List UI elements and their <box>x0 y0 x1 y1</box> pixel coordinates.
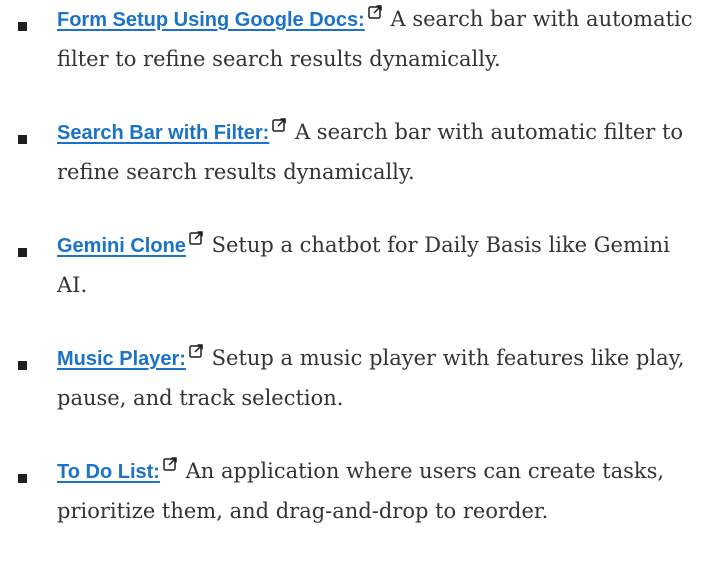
external-link-icon[interactable] <box>189 231 203 245</box>
square-bullet-icon <box>18 474 27 483</box>
list-item-text: Form Setup Using Google Docs: A search b… <box>57 0 697 79</box>
square-bullet-icon <box>18 135 27 144</box>
list-item: Gemini Clone Setup a chatbot for Daily B… <box>0 226 718 306</box>
list-item-text: Music Player: Setup a music player with … <box>57 339 697 418</box>
square-bullet-icon <box>18 22 27 31</box>
gemini-clone-link[interactable]: Gemini Clone <box>57 235 186 257</box>
square-bullet-icon <box>18 248 27 257</box>
music-player-link[interactable]: Music Player: <box>57 348 186 370</box>
form-setup-link[interactable]: Form Setup Using Google Docs: <box>57 9 365 31</box>
list-item: Music Player: Setup a music player with … <box>0 339 718 419</box>
external-link-icon[interactable] <box>189 344 203 358</box>
list-item-text: Gemini Clone Setup a chatbot for Daily B… <box>57 226 697 305</box>
search-bar-filter-link[interactable]: Search Bar with Filter: <box>57 122 269 144</box>
list-item: To Do List: An application where users c… <box>0 452 718 532</box>
list-item-text: Search Bar with Filter: A search bar wit… <box>57 113 697 192</box>
list-item: Search Bar with Filter: A search bar wit… <box>0 113 718 193</box>
external-link-icon[interactable] <box>272 118 287 132</box>
to-do-list-link[interactable]: To Do List: <box>57 461 160 483</box>
square-bullet-icon <box>18 361 27 370</box>
external-link-icon[interactable] <box>163 457 177 471</box>
external-link-icon[interactable] <box>368 5 382 19</box>
list-item: Form Setup Using Google Docs: A search b… <box>0 0 718 80</box>
list-item-text: To Do List: An application where users c… <box>57 452 697 531</box>
